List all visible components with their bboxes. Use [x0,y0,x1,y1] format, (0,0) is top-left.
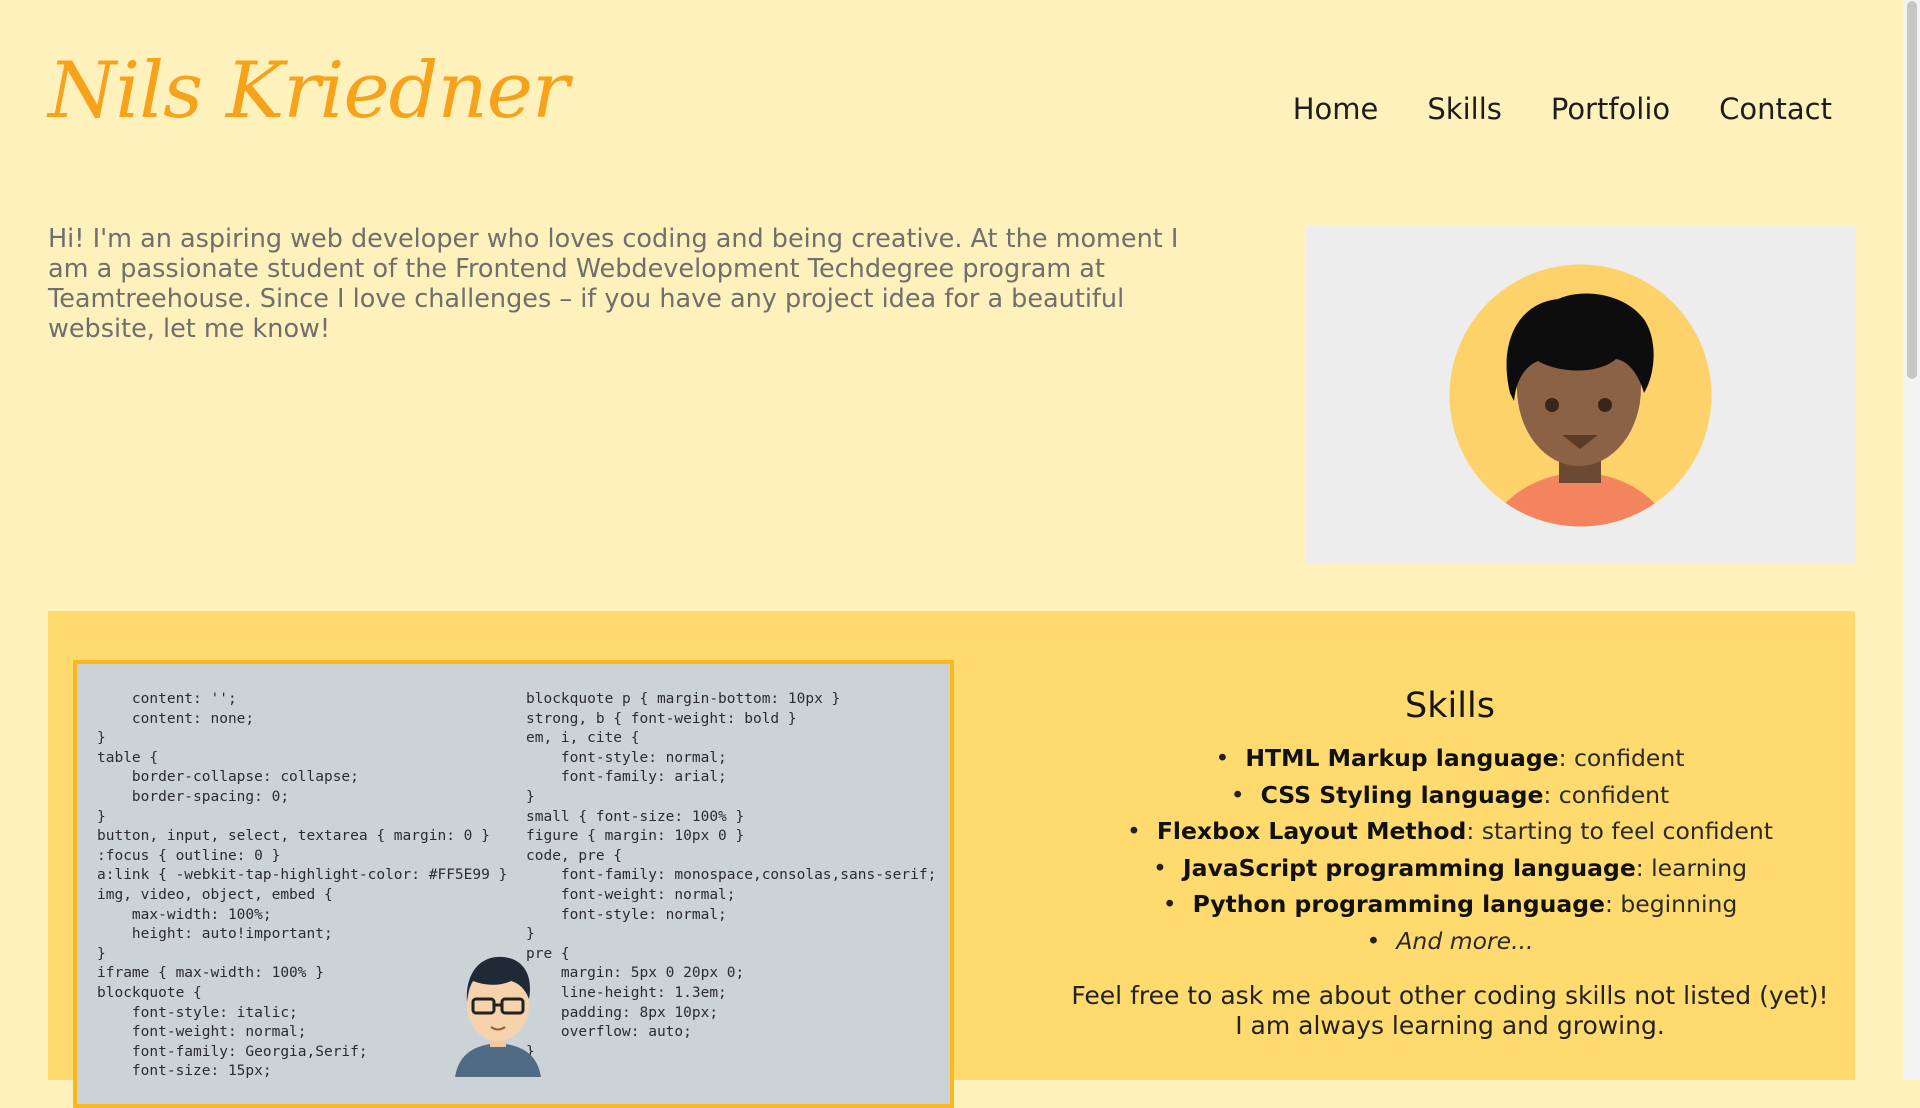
nav-skills-link[interactable]: Skills [1427,92,1501,127]
skills-heading: Skills [1405,686,1495,726]
avatar-illustration [1449,264,1712,527]
nav-portfolio-link[interactable]: Portfolio [1551,92,1670,127]
skills-section: content: ''; content: none; } table { bo… [48,611,1855,1108]
skill-name: Flexbox Layout Method [1156,817,1467,845]
site-logo[interactable]: Nils Kriedner [48,52,569,130]
skill-list: HTML Markup language: confident CSS Styl… [984,740,1916,959]
skill-name: Python programming language [1192,890,1605,918]
nav-contact-link[interactable]: Contact [1719,92,1832,127]
developer-figure-icon [455,956,541,1077]
skills-content: Skills HTML Markup language: confident C… [984,686,1916,1041]
list-item: Flexbox Layout Method: starting to feel … [984,813,1916,850]
skill-level: : beginning [1604,890,1738,918]
nav-home-link[interactable]: Home [1293,92,1379,127]
main-nav: Home Skills Portfolio Contact [1293,92,1832,127]
skill-more: And more... [1396,926,1534,955]
intro-text: Hi! I'm an aspiring web developer who lo… [48,224,1179,344]
list-item: JavaScript programming language: learnin… [984,850,1916,887]
profile-image [1306,226,1856,564]
skills-note: Feel free to ask me about other coding s… [1071,981,1829,1040]
scrollbar-thumb[interactable] [1907,1,1917,379]
skill-level: : learning [1635,853,1748,882]
skill-level: : starting to feel confident [1466,817,1774,845]
page-scrollbar[interactable] [1903,0,1920,1080]
list-item: CSS Styling language: confident [984,777,1916,814]
list-item: HTML Markup language: confident [984,740,1916,777]
skill-name: CSS Styling language [1260,780,1544,809]
code-column-right: blockquote p { margin-bottom: 10px } str… [526,691,937,1079]
list-item: Python programming language: beginning [984,886,1916,923]
skill-name: JavaScript programming language [1182,853,1636,882]
code-column-left: content: ''; content: none; } table { bo… [97,691,508,1080]
skill-level: : confident [1543,780,1670,809]
skill-level: : confident [1558,744,1685,772]
list-item-more: And more... [984,923,1916,960]
code-illustration: content: ''; content: none; } table { bo… [73,660,954,1108]
skill-name: HTML Markup language [1245,744,1559,772]
